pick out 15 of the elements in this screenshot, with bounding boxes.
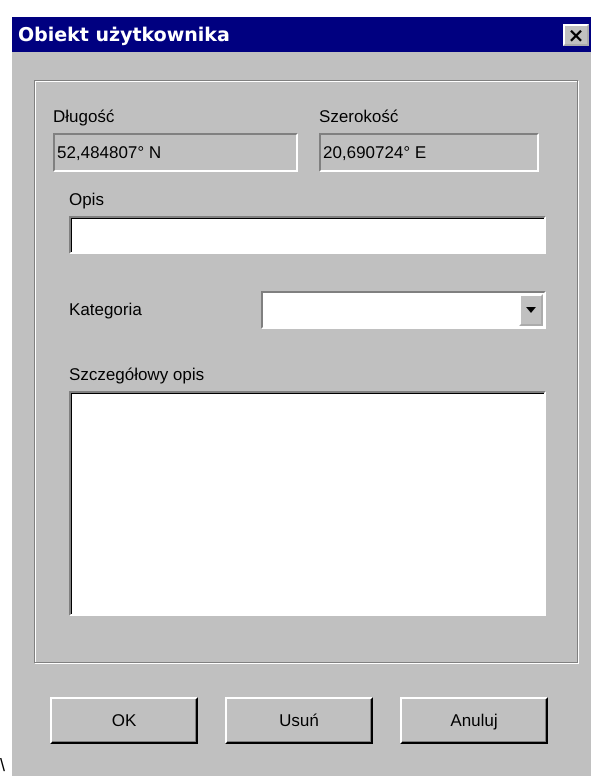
dialog-button[interactable]: OK <box>50 697 198 744</box>
field-label: Kategoria <box>69 300 143 320</box>
field-label: Długość <box>53 107 116 127</box>
dialog-button[interactable]: Anuluj <box>400 697 548 744</box>
stray-mark: \ <box>0 754 6 776</box>
window-title: Obiekt użytkownika <box>18 24 230 46</box>
dialog-button[interactable]: Usuń <box>225 697 373 744</box>
field-label: Szczegółowy opis <box>69 365 206 385</box>
latitude-field: 20,690724° E <box>319 133 539 172</box>
close-button[interactable]: × <box>563 24 589 46</box>
longitude-field: 52,484807° N <box>53 133 298 172</box>
description-field[interactable] <box>69 216 546 254</box>
field-label: Opis <box>69 190 105 210</box>
category-dropdown[interactable] <box>261 291 546 329</box>
field-label: Szerokość <box>319 107 400 127</box>
